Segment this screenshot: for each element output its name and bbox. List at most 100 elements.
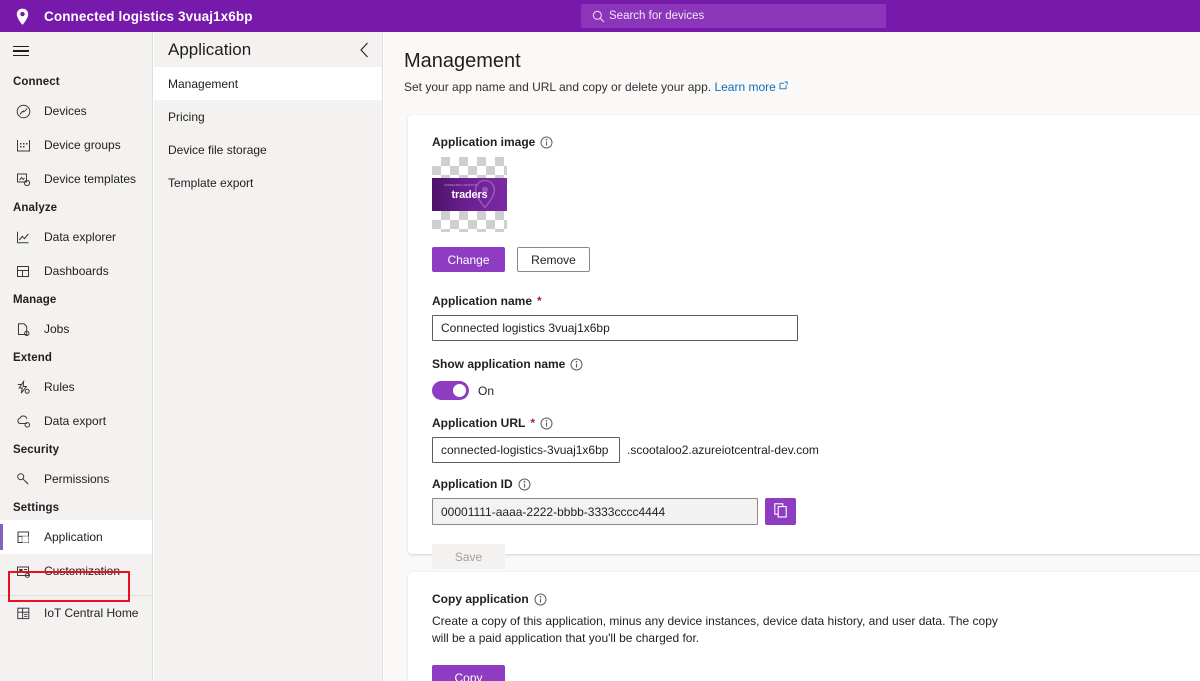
sidebar-item-label: IoT Central Home [44,606,139,620]
show-application-name-toggle-row: On [432,381,1176,400]
copy-application-button[interactable]: Copy [432,665,505,681]
info-icon[interactable] [570,358,583,371]
sidebar-item-label: Rules [44,380,75,394]
search-placeholder: Search for devices [609,10,705,22]
data-export-icon [13,411,33,431]
sidebar-item-data-explorer[interactable]: Data explorer [0,220,152,254]
sidebar-item-label: Devices [44,104,87,118]
application-id-input[interactable] [432,498,758,525]
jobs-icon [13,319,33,339]
sidebar-item-device-templates[interactable]: Device templates [0,162,152,196]
info-icon[interactable] [534,593,547,606]
rules-icon [13,377,33,397]
sidebar-group-connect: Connect [13,76,60,88]
sidebar-item-label: Jobs [44,322,70,336]
info-icon[interactable] [540,136,553,149]
application-url-label: Application URL * [432,416,1176,430]
change-image-button[interactable]: Change [432,247,505,272]
copy-application-description: Create a copy of this application, minus… [432,614,998,645]
iot-central-home-icon [13,603,33,623]
application-image-text: traders [451,188,488,201]
sidebar-item-rules[interactable]: Rules [0,370,152,404]
required-marker: * [530,416,535,430]
customization-icon [13,561,33,581]
sidebar-item-device-groups[interactable]: Device groups [0,128,152,162]
application-image-label: Application image [432,135,1176,149]
sidebar-item-label: Customization [44,564,121,578]
subnav-item-label: Management [168,76,239,91]
remove-image-button[interactable]: Remove [517,247,590,272]
secondary-sidebar: Application Management Pricing Device fi… [154,32,383,681]
required-marker: * [537,294,542,308]
copy-application-id-button[interactable] [765,498,796,525]
application-management-card: Application image CONNECTED LOGISTICS tr… [408,115,1200,569]
toggle-knob [453,384,466,397]
subnav-item-device-file-storage[interactable]: Device file storage [154,133,382,166]
copy-icon [773,502,788,521]
copy-button-row: Copy [432,665,1176,681]
sidebar-item-label: Device groups [44,138,121,152]
top-bar: Connected logistics 3vuaj1x6bp Search fo… [0,0,1200,32]
sidebar-item-iot-central-home[interactable]: IoT Central Home [0,596,152,630]
info-icon[interactable] [518,478,531,491]
dashboards-icon [13,261,33,281]
device-templates-icon [13,169,33,189]
sidebar-group-analyze: Analyze [13,202,58,214]
page-header: Management Set your app name and URL and… [384,32,1200,94]
application-image-logo: CONNECTED LOGISTICS traders [432,178,507,211]
sidebar-group-security: Security [13,444,60,456]
devices-icon [13,101,33,121]
application-id-row [432,498,1176,525]
application-name-input[interactable] [432,315,798,341]
learn-more-link[interactable]: Learn more [714,80,775,94]
subnav-item-label: Template export [168,175,254,190]
sidebar-item-application[interactable]: Application [0,520,152,554]
toggle-state-label: On [478,383,495,398]
sidebar-item-data-export[interactable]: Data export [0,404,152,438]
sidebar-item-label: Data explorer [44,230,117,244]
secondary-sidebar-header: Application [154,32,382,67]
application-id-label: Application ID [432,477,1176,491]
sidebar-group-manage: Manage [13,294,57,306]
application-name-label: Application name * [432,294,1176,308]
subnav-item-template-export[interactable]: Template export [154,166,382,199]
sidebar-item-devices[interactable]: Devices [0,94,152,128]
sidebar-item-dashboards[interactable]: Dashboards [0,254,152,288]
chevron-left-icon[interactable] [359,42,370,58]
sidebar-group-settings: Settings [13,502,60,514]
page-subtitle: Set your app name and URL and copy or de… [404,79,1200,94]
main-content: Management Set your app name and URL and… [384,32,1200,681]
save-button[interactable]: Save [432,544,505,569]
sidebar-item-jobs[interactable]: Jobs [0,312,152,346]
show-application-name-label-text: Show application name [432,357,566,371]
copy-application-title-text: Copy application [432,592,529,606]
subnav-item-label: Pricing [168,109,205,124]
application-url-suffix: .scootaloo2.azureiotcentral-dev.com [627,443,819,457]
subnav-item-pricing[interactable]: Pricing [154,100,382,133]
page-title: Management [404,50,521,72]
application-image-tagline: CONNECTED LOGISTICS [444,184,477,187]
application-url-input[interactable] [432,437,620,463]
search-input[interactable]: Search for devices [581,4,886,28]
subnav-item-management[interactable]: Management [154,67,382,100]
application-id-label-text: Application ID [432,477,513,491]
app-title: Connected logistics 3vuaj1x6bp [44,8,253,24]
sidebar-group-extend: Extend [13,352,52,364]
sidebar-item-customization[interactable]: Customization [0,554,152,588]
info-icon[interactable] [540,417,553,430]
application-image-preview: CONNECTED LOGISTICS traders [432,157,507,232]
permissions-key-icon [13,469,33,489]
search-icon [589,10,607,23]
secondary-sidebar-title: Application [168,39,252,59]
application-url-row: .scootaloo2.azureiotcentral-dev.com [432,437,1176,463]
sidebar-item-label: Dashboards [44,264,109,278]
sidebar-item-label: Application [44,530,103,544]
external-link-icon [779,79,788,93]
page-subtitle-text: Set your app name and URL and copy or de… [404,80,712,94]
show-application-name-toggle[interactable] [432,381,469,400]
save-button-row: Save [432,544,1176,569]
location-pin-icon [0,8,44,25]
subnav-item-label: Device file storage [168,142,267,157]
sidebar-item-permissions[interactable]: Permissions [0,462,152,496]
hamburger-menu-icon[interactable] [0,32,152,70]
